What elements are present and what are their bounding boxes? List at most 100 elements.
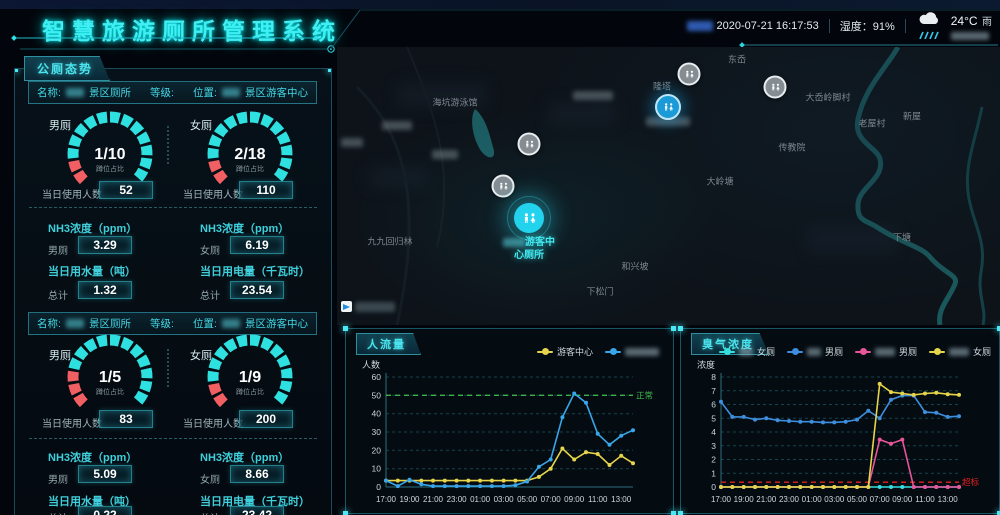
svg-text:蹲位占比: 蹲位占比 bbox=[96, 387, 124, 396]
map-attribution bbox=[341, 301, 395, 312]
usage-label: 当日使用人数 bbox=[183, 186, 243, 201]
legend-item[interactable]: 男厕 bbox=[855, 345, 917, 358]
svg-text:2/18: 2/18 bbox=[234, 146, 265, 163]
people-flow-chart: 0102030405060人数17:0019:0021:0023:0001:00… bbox=[352, 359, 667, 509]
redacted-series-name bbox=[739, 348, 753, 356]
toilet-marker-icon[interactable] bbox=[518, 133, 541, 156]
row-label: 总计 bbox=[200, 510, 220, 515]
redacted-series-name bbox=[625, 348, 659, 356]
datetime: 2020-07-21 16:17:53 bbox=[687, 20, 818, 32]
svg-text:浓度: 浓度 bbox=[697, 359, 715, 370]
svg-text:3: 3 bbox=[711, 441, 716, 451]
redacted-name bbox=[66, 88, 84, 97]
svg-text:2: 2 bbox=[711, 455, 716, 465]
usage-value: 110 bbox=[239, 181, 293, 199]
svg-text:07:00: 07:00 bbox=[870, 495, 891, 504]
toilet-marker-icon[interactable] bbox=[492, 175, 515, 198]
map-place-label: 隆塔 bbox=[653, 80, 671, 93]
usage-label: 当日使用人数 bbox=[42, 415, 102, 430]
male-occupancy-gauge: 1/5蹲位占比 bbox=[58, 327, 162, 423]
divider bbox=[29, 438, 317, 439]
svg-text:19:00: 19:00 bbox=[399, 495, 420, 504]
dashboard: 智慧旅游厕所管理系统 2020-07-21 16:17:53 湿度：91% bbox=[0, 0, 1000, 515]
row-label: 总计 bbox=[200, 287, 220, 302]
row-label: 女厕 bbox=[200, 242, 220, 257]
nh3-value-male: 3.29 bbox=[78, 236, 132, 254]
svg-text:蹲位占比: 蹲位占比 bbox=[236, 387, 264, 396]
svg-text:03:00: 03:00 bbox=[494, 495, 515, 504]
redacted-attribution bbox=[355, 302, 395, 312]
legend-item[interactable]: 女厕 bbox=[929, 345, 991, 358]
svg-text:1/5: 1/5 bbox=[99, 369, 121, 386]
row-label: 总计 bbox=[48, 510, 68, 515]
svg-text:1/9: 1/9 bbox=[239, 369, 261, 386]
map-place-label: 下塘 bbox=[893, 231, 911, 244]
map-place-label: 大岭塘 bbox=[706, 175, 733, 188]
svg-text:50: 50 bbox=[372, 390, 382, 400]
divider bbox=[905, 19, 906, 33]
toilet-marker-icon[interactable] bbox=[678, 63, 701, 86]
svg-text:21:00: 21:00 bbox=[423, 495, 444, 504]
svg-text:1: 1 bbox=[711, 468, 716, 478]
water-label: 当日用水量（吨） bbox=[48, 263, 136, 279]
selected-toilet-label: 游客中心厕所 bbox=[503, 236, 555, 262]
odor-legend: 女厕男厕男厕女厕 bbox=[719, 345, 991, 358]
svg-text:09:00: 09:00 bbox=[892, 495, 913, 504]
humidity: 湿度：91% bbox=[840, 18, 895, 34]
svg-text:01:00: 01:00 bbox=[802, 495, 823, 504]
row-label: 男厕 bbox=[48, 471, 68, 486]
toilet-marker-icon[interactable] bbox=[764, 76, 787, 99]
legend-item[interactable]: 女厕 bbox=[719, 345, 775, 358]
svg-text:05:00: 05:00 bbox=[847, 495, 868, 504]
power-label: 当日用电量（千瓦时） bbox=[200, 263, 310, 279]
nh3-value-female: 8.66 bbox=[230, 465, 284, 483]
legend-item[interactable] bbox=[605, 348, 659, 356]
legend-item[interactable]: 男厕 bbox=[787, 345, 843, 358]
page-title: 智慧旅游厕所管理系统 bbox=[42, 12, 342, 46]
selected-toilet-marker-icon[interactable] bbox=[514, 203, 544, 233]
map-logo-icon bbox=[341, 301, 352, 312]
redacted-city bbox=[951, 32, 989, 40]
nh3-label-male: NH3浓度（ppm） bbox=[48, 220, 137, 236]
map-place-label: 传教院 bbox=[778, 141, 805, 154]
svg-text:8: 8 bbox=[711, 372, 716, 382]
row-label: 男厕 bbox=[48, 242, 68, 257]
redacted-scenic-name bbox=[503, 238, 525, 247]
svg-text:13:00: 13:00 bbox=[611, 495, 632, 504]
svg-text:09:00: 09:00 bbox=[564, 495, 585, 504]
map-place-label: 新屋 bbox=[903, 110, 921, 123]
svg-text:6: 6 bbox=[711, 400, 716, 410]
svg-text:23:00: 23:00 bbox=[447, 495, 468, 504]
row-label: 女厕 bbox=[200, 471, 220, 486]
tab-toilet-status[interactable]: 公厕态势 bbox=[24, 56, 110, 81]
svg-text:05:00: 05:00 bbox=[517, 495, 538, 504]
svg-text:11:00: 11:00 bbox=[588, 495, 608, 504]
redacted-map-label bbox=[382, 121, 412, 130]
svg-text:人数: 人数 bbox=[362, 359, 380, 370]
people-flow-panel: 人流量 游客中心 0102030405060人数17:0019:0021:002… bbox=[345, 328, 674, 514]
usage-value: 200 bbox=[239, 410, 293, 428]
map-place-label: 和兴坡 bbox=[621, 260, 648, 273]
map[interactable]: 海坑游泳馆东岙隆塔大岙岭脚村新屋老屋村传教院大岭塘九九回归林和兴坡下松门下塘游客… bbox=[337, 47, 1000, 325]
weather-widget: 24°C 雨 bbox=[916, 12, 992, 40]
top-strip bbox=[0, 0, 1000, 9]
svg-text:40: 40 bbox=[372, 409, 382, 419]
svg-text:5: 5 bbox=[711, 413, 716, 423]
svg-text:17:00: 17:00 bbox=[711, 495, 732, 504]
toilet-marker-icon[interactable] bbox=[655, 94, 681, 120]
legend-item[interactable]: 游客中心 bbox=[537, 345, 593, 358]
redacted-series-name bbox=[949, 348, 969, 356]
svg-text:蹲位占比: 蹲位占比 bbox=[96, 164, 124, 173]
nh3-value-female: 6.19 bbox=[230, 236, 284, 254]
svg-text:19:00: 19:00 bbox=[734, 495, 755, 504]
power-value: 23.54 bbox=[230, 281, 284, 299]
svg-text:20: 20 bbox=[372, 445, 382, 455]
divider bbox=[829, 19, 830, 33]
tab-people-flow[interactable]: 人流量 bbox=[356, 333, 421, 355]
map-place-label: 东岙 bbox=[728, 53, 746, 66]
svg-text:23:00: 23:00 bbox=[779, 495, 800, 504]
toilet-status-panel: 名称:景区厕所 等级: 位置:景区游客中心 男厕 女厕 1/10蹲位占比 2/1… bbox=[14, 68, 332, 515]
nh3-value-male: 5.09 bbox=[78, 465, 132, 483]
toilet-info-bar: 名称:景区厕所 等级: 位置:景区游客中心 bbox=[28, 81, 317, 104]
svg-text:17:00: 17:00 bbox=[376, 495, 397, 504]
